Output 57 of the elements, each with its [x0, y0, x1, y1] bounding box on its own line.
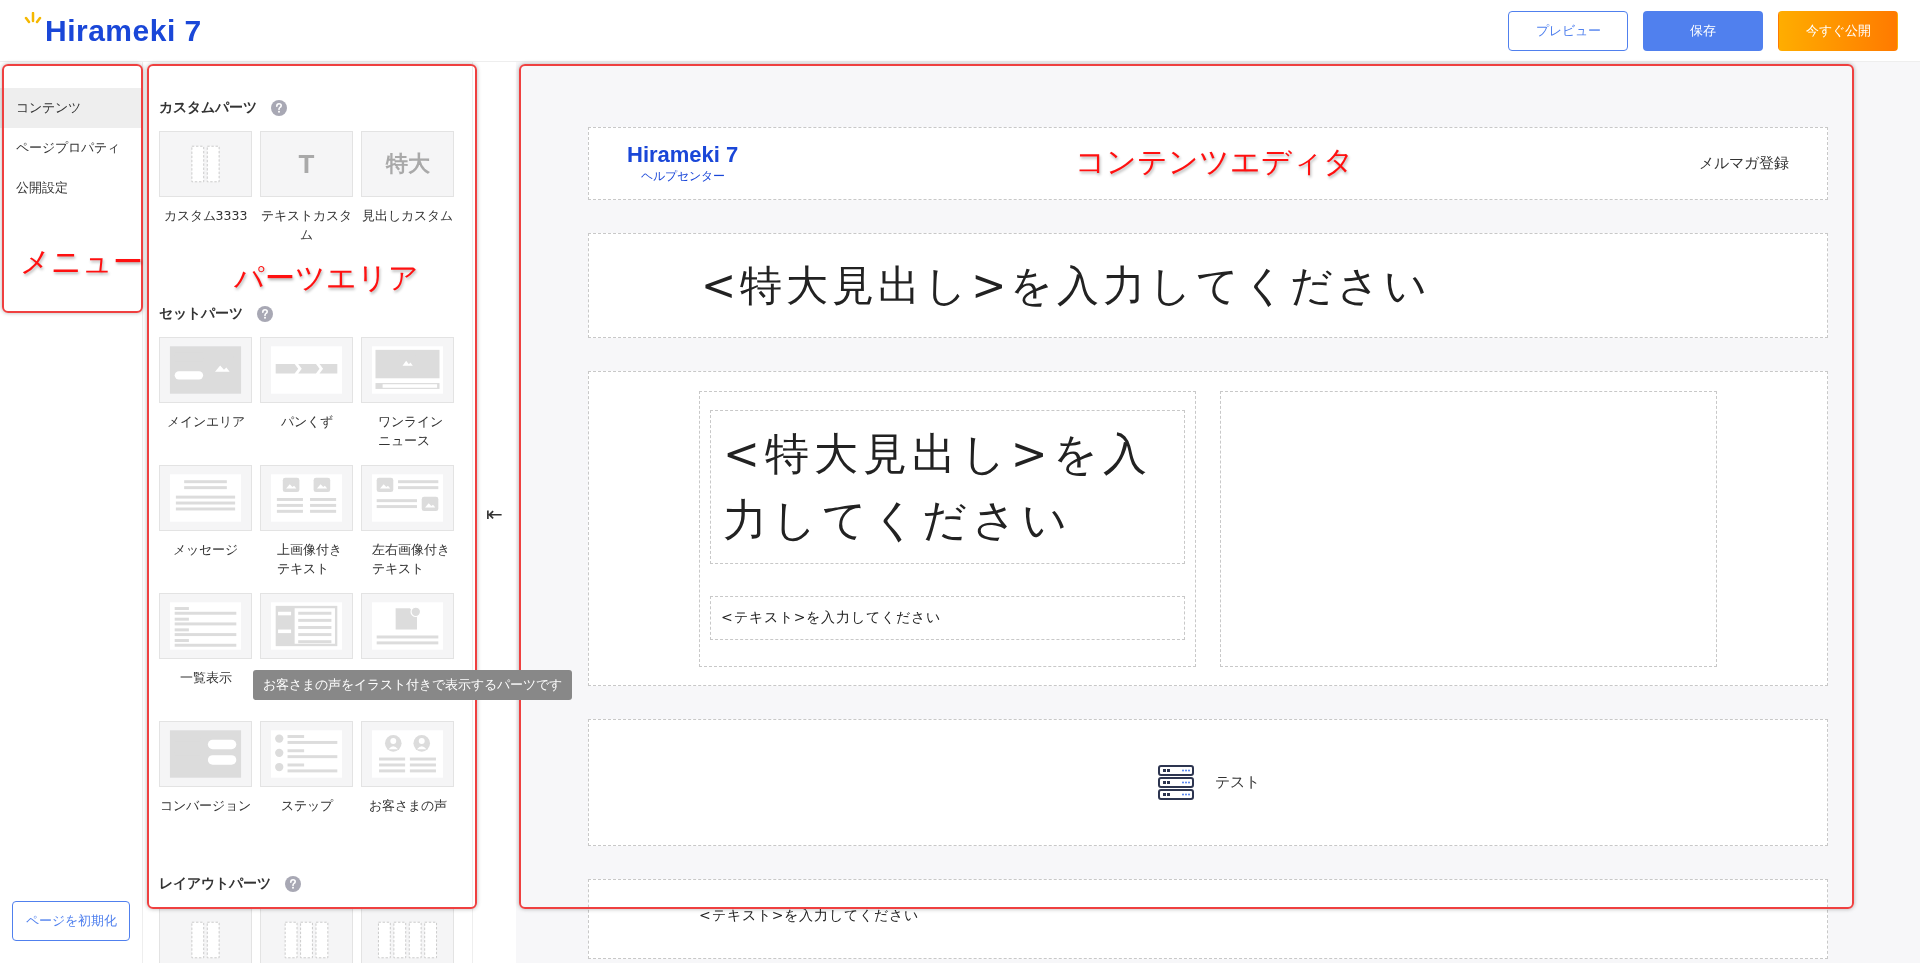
part-label: パンくず [279, 413, 334, 431]
text-block: <テキスト>を入力してください [588, 879, 1828, 959]
app-logo: Hirameki 7 [45, 13, 202, 48]
part-tile[interactable] [260, 337, 353, 403]
part-label: ステップ [279, 797, 335, 815]
part-tile[interactable] [361, 593, 454, 659]
part-tile[interactable] [159, 907, 252, 963]
sun-rays-icon [22, 11, 44, 26]
part-tile[interactable] [361, 907, 454, 963]
header-button[interactable]: プレビュー [1508, 10, 1628, 51]
part-tile[interactable] [159, 465, 252, 531]
part-label: メインエリア [165, 413, 246, 431]
section-title: レイアウトパーツ [159, 875, 271, 893]
site-logo: Hirameki 7 [627, 142, 739, 168]
part-label: 左右画像付きテキスト [372, 541, 451, 578]
part-tile[interactable] [159, 337, 252, 403]
part-tile[interactable] [260, 465, 353, 531]
part-tile[interactable] [159, 721, 252, 787]
menu-item[interactable]: 公開設定 [0, 168, 142, 208]
block-text: テスト [1215, 773, 1260, 792]
part-label: 上画像付きテキスト [277, 541, 344, 578]
part-label: メッセージ [172, 541, 239, 559]
section-title: カスタムパーツ [159, 99, 257, 117]
help-icon[interactable] [285, 876, 301, 892]
site-logo-subtitle: ヘルプセンター [640, 168, 725, 185]
part-tile[interactable] [361, 721, 454, 787]
part-tile[interactable] [260, 721, 353, 787]
part-tile[interactable] [159, 131, 252, 197]
menu-item[interactable]: ページプロパティ [0, 128, 142, 168]
collapse-toggle[interactable]: ⇤ [486, 502, 503, 526]
reset-page-button[interactable]: ページを初期化 [12, 901, 130, 941]
tooltip: お客さまの声をイラスト付きで表示するパーツです [253, 670, 572, 700]
part-tile[interactable] [260, 593, 353, 659]
part-tile[interactable] [260, 907, 353, 963]
header-link[interactable]: メルマガ登録 [1699, 154, 1789, 173]
header-button[interactable]: 保存 [1643, 10, 1763, 51]
part-label: コンバージョン [159, 797, 252, 815]
help-icon[interactable] [271, 100, 287, 116]
part-tile[interactable] [159, 593, 252, 659]
server-icon [1157, 763, 1195, 802]
heading-block: <特大見出し>を入力してください [588, 233, 1828, 338]
part-label: 一覧表示 [178, 669, 233, 687]
section-title: セットパーツ [159, 305, 243, 323]
part-tile[interactable] [361, 337, 454, 403]
part-tile[interactable] [361, 465, 454, 531]
menu-item[interactable]: コンテンツ [0, 88, 142, 128]
part-label: カスタム3333 [162, 207, 249, 225]
heading-input-field[interactable]: <特大見出し>を入力してください [710, 410, 1185, 564]
part-label: 見出しカスタム [361, 207, 454, 225]
text-input-field[interactable]: <テキスト>を入力してください [710, 596, 1185, 640]
annotation-label: メニュー [20, 243, 143, 281]
annotation-label: パーツエリア [234, 259, 419, 297]
part-label: テキストカスタム [260, 207, 353, 244]
part-label: お客さまの声 [367, 797, 448, 815]
part-label: ワンラインニュース [378, 413, 445, 450]
help-icon[interactable] [257, 306, 273, 322]
annotation-label: コンテンツエディタ [1075, 143, 1354, 181]
